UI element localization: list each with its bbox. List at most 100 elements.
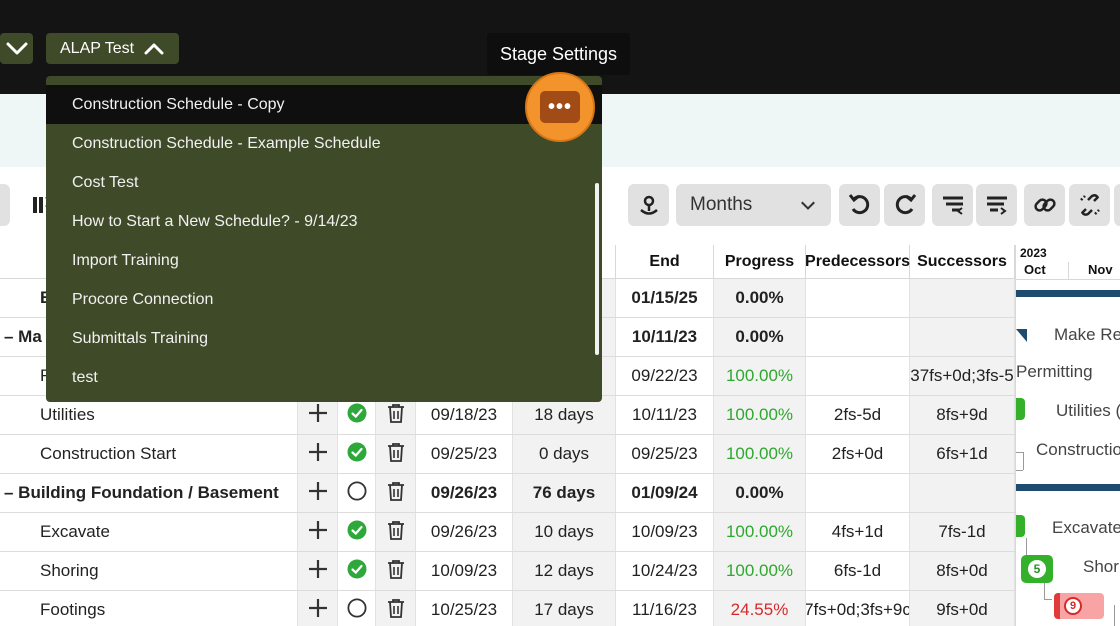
table-row[interactable]: Shoring 10/09/23 12 days 10/24/23 100.00% 6fs… [0, 552, 1015, 591]
progress-cell[interactable]: 100.00% [714, 552, 806, 590]
schedule-selector-button[interactable]: ALAP Test [46, 33, 179, 64]
complete-toggle[interactable] [338, 591, 376, 626]
add-subtask-button[interactable] [298, 435, 338, 473]
duration-cell[interactable]: 12 days [513, 552, 616, 590]
gantt-bar-shoring[interactable]: 5 [1021, 555, 1053, 583]
gantt-summary-bar-foundation[interactable] [1016, 484, 1120, 491]
successors-cell[interactable] [910, 318, 1015, 356]
dropdown-item[interactable]: Cost Test [46, 163, 602, 202]
end-date-cell[interactable]: 01/09/24 [616, 474, 714, 512]
delete-task-button[interactable] [376, 513, 416, 551]
header-successors[interactable]: Successors [910, 245, 1015, 279]
successors-cell[interactable]: 7fs-1d [910, 513, 1015, 551]
duration-cell[interactable]: 17 days [513, 591, 616, 626]
stage-settings-more-button[interactable]: ••• [540, 91, 580, 123]
add-subtask-button[interactable] [298, 513, 338, 551]
gantt-bar-utilities[interactable] [1016, 398, 1025, 420]
toolbar-partial-button[interactable] [0, 184, 10, 226]
successors-cell[interactable] [910, 474, 1015, 512]
gantt-summary-bar[interactable] [1016, 290, 1120, 297]
task-name[interactable]: Construction Start [0, 435, 298, 473]
dropdown-scrollbar[interactable] [595, 183, 599, 355]
undo-button[interactable] [839, 184, 880, 226]
predecessors-cell[interactable]: 4fs+1d [806, 513, 910, 551]
outdent-button[interactable] [976, 184, 1017, 226]
dropdown-item[interactable]: test [46, 358, 602, 397]
dropdown-item[interactable]: Construction Schedule - Copy [46, 85, 602, 124]
predecessors-cell[interactable] [806, 279, 910, 317]
successors-cell[interactable] [910, 279, 1015, 317]
task-name[interactable]: Footings [0, 591, 298, 626]
gantt-bar-excavate[interactable] [1016, 515, 1025, 537]
end-date-cell[interactable]: 10/11/23 [616, 396, 714, 434]
progress-cell[interactable]: 100.00% [714, 396, 806, 434]
add-subtask-button[interactable] [298, 591, 338, 626]
table-row[interactable]: Construction Start 09/25/23 0 days 09/25/23… [0, 435, 1015, 474]
progress-cell[interactable]: 24.55% [714, 591, 806, 626]
duration-cell[interactable]: 10 days [513, 513, 616, 551]
progress-cell[interactable]: 0.00% [714, 318, 806, 356]
dropdown-item[interactable]: Procore Connection [46, 280, 602, 319]
progress-cell[interactable]: 100.00% [714, 513, 806, 551]
task-name[interactable]: – Building Foundation / Basement [0, 474, 298, 512]
predecessors-cell[interactable]: 2fs-5d [806, 396, 910, 434]
duration-cell[interactable]: 0 days [513, 435, 616, 473]
dropdown-item[interactable]: Construction Schedule - Example Schedule [46, 124, 602, 163]
dropdown-item[interactable]: Submittals Training [46, 319, 602, 358]
add-subtask-button[interactable] [298, 474, 338, 512]
end-date-cell[interactable]: 10/11/23 [616, 318, 714, 356]
progress-cell[interactable]: 0.00% [714, 474, 806, 512]
predecessors-cell[interactable]: 6fs-1d [806, 552, 910, 590]
start-date-cell[interactable]: 09/26/23 [416, 474, 513, 512]
end-date-cell[interactable]: 10/09/23 [616, 513, 714, 551]
successors-cell[interactable]: 8fs+9d [910, 396, 1015, 434]
progress-cell[interactable]: 100.00% [714, 357, 806, 395]
end-date-cell[interactable]: 09/25/23 [616, 435, 714, 473]
add-subtask-button[interactable] [298, 552, 338, 590]
task-name[interactable]: Shoring [0, 552, 298, 590]
successors-cell[interactable]: 6fs+1d [910, 435, 1015, 473]
start-date-cell[interactable]: 09/25/23 [416, 435, 513, 473]
start-date-cell[interactable]: 10/25/23 [416, 591, 513, 626]
complete-toggle[interactable] [338, 474, 376, 512]
predecessors-cell[interactable] [806, 474, 910, 512]
toolbar-cut-button[interactable] [1114, 184, 1120, 226]
header-progress[interactable]: Progress [714, 245, 806, 279]
table-row[interactable]: Excavate 09/26/23 10 days 10/09/23 100.00% 4f… [0, 513, 1015, 552]
complete-toggle[interactable] [338, 435, 376, 473]
delete-task-button[interactable] [376, 474, 416, 512]
timescale-select[interactable]: Months [676, 184, 831, 226]
successors-cell[interactable]: 9fs+0d [910, 591, 1015, 626]
stage-toggle-button[interactable] [0, 33, 33, 64]
task-name[interactable]: Excavate [0, 513, 298, 551]
end-date-cell[interactable]: 01/15/25 [616, 279, 714, 317]
unlink-button[interactable] [1069, 184, 1110, 226]
duration-cell[interactable]: 76 days [513, 474, 616, 512]
complete-toggle[interactable] [338, 513, 376, 551]
end-date-cell[interactable]: 10/24/23 [616, 552, 714, 590]
table-row[interactable]: Footings 10/25/23 17 days 11/16/23 24.55% 7fs… [0, 591, 1015, 626]
header-end[interactable]: End [616, 245, 714, 279]
delete-task-button[interactable] [376, 552, 416, 590]
dropdown-item[interactable]: How to Start a New Schedule? - 9/14/23 [46, 202, 602, 241]
header-predecessors[interactable]: Predecessors [805, 245, 910, 279]
end-date-cell[interactable]: 09/22/23 [616, 357, 714, 395]
predecessors-cell[interactable]: 7fs+0d;3fs+9c [806, 591, 910, 626]
successors-cell[interactable]: 37fs+0d;3fs-5 [910, 357, 1015, 395]
complete-toggle[interactable] [338, 552, 376, 590]
predecessors-cell[interactable] [806, 357, 910, 395]
successors-cell[interactable]: 8fs+0d [910, 552, 1015, 590]
dropdown-item[interactable]: Import Training [46, 241, 602, 280]
start-date-cell[interactable]: 10/09/23 [416, 552, 513, 590]
indent-button[interactable] [932, 184, 973, 226]
end-date-cell[interactable]: 11/16/23 [616, 591, 714, 626]
progress-cell[interactable]: 100.00% [714, 435, 806, 473]
baseline-button[interactable] [628, 184, 669, 226]
redo-button[interactable] [884, 184, 925, 226]
progress-cell[interactable]: 0.00% [714, 279, 806, 317]
predecessors-cell[interactable]: 2fs+0d [806, 435, 910, 473]
gantt-bar-footings[interactable]: 9 [1054, 593, 1104, 619]
table-row[interactable]: – Building Foundation / Basement 09/26/23… [0, 474, 1015, 513]
predecessors-cell[interactable] [806, 318, 910, 356]
delete-task-button[interactable] [376, 591, 416, 626]
